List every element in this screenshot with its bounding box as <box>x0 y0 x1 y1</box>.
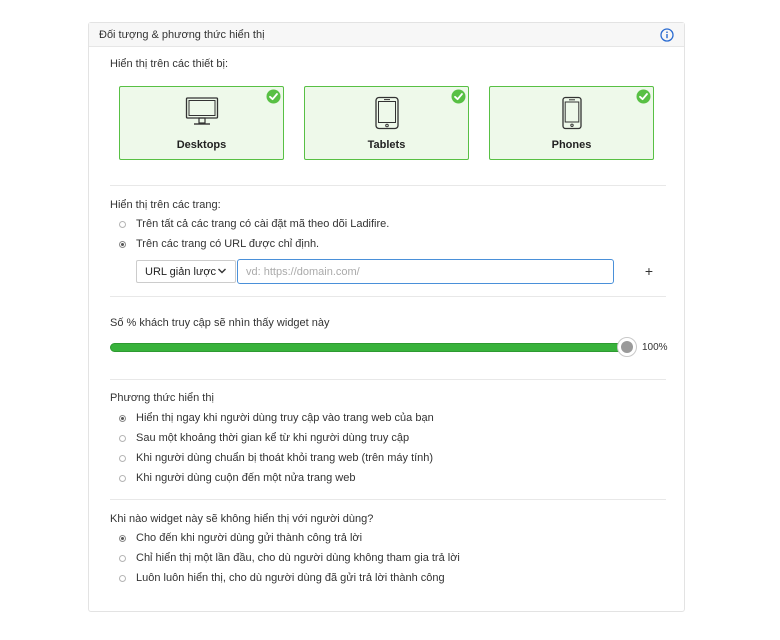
display-settings-panel: Đối tượng & phương thức hiển thị Hiển th… <box>88 22 685 612</box>
pages-option-all[interactable]: Trên tất cả các trang có cài đặt mã theo… <box>119 218 389 230</box>
hide-when-label: Khi nào widget này sẽ không hiển thị với… <box>110 513 374 525</box>
display-method-label: Phương thức hiển thị <box>110 392 214 404</box>
display-option[interactable]: Hiển thị ngay khi người dùng truy cập và… <box>119 412 434 424</box>
radio-button[interactable] <box>119 554 126 562</box>
radio-button[interactable] <box>119 454 126 462</box>
check-icon <box>451 89 466 107</box>
option-label: Luôn luôn hiển thị, cho dù người dùng đã… <box>136 572 445 584</box>
pages-option-url[interactable]: Trên các trang có URL được chỉ định. <box>119 238 319 250</box>
option-label: Trên tất cả các trang có cài đặt mã theo… <box>136 218 390 230</box>
url-input[interactable] <box>237 259 614 284</box>
device-card-phones[interactable]: Phones <box>489 86 654 160</box>
option-label: Sau một khoảng thời gian kể từ khi người… <box>136 432 410 444</box>
display-option[interactable]: Khi người dùng cuộn đến một nửa trang we… <box>119 472 355 484</box>
tablet-icon <box>374 96 400 133</box>
url-mode-select[interactable]: URL giản lược <box>136 260 236 283</box>
divider <box>110 185 666 186</box>
radio-button[interactable] <box>119 474 126 482</box>
display-option[interactable]: Sau một khoảng thời gian kể từ khi người… <box>119 432 409 444</box>
option-label: Khi người dùng chuẩn bị thoát khỏi trang… <box>136 452 434 464</box>
radio-button[interactable] <box>119 574 126 582</box>
radio-button[interactable] <box>119 434 126 442</box>
radio-button[interactable] <box>119 534 126 542</box>
audience-slider-thumb[interactable] <box>617 337 637 357</box>
audience-label: Số % khách truy cập sẽ nhìn thấy widget … <box>110 317 330 329</box>
option-label: Cho đến khi người dùng gửi thành công tr… <box>136 532 363 544</box>
url-mode-value: URL giản lược <box>145 265 217 278</box>
audience-slider-track[interactable] <box>110 343 628 352</box>
device-card-desktops[interactable]: Desktops <box>119 86 284 160</box>
hide-option[interactable]: Cho đến khi người dùng gửi thành công tr… <box>119 532 362 544</box>
device-card-tablets[interactable]: Tablets <box>304 86 469 160</box>
devices-label: Hiển thị trên các thiết bị: <box>110 58 229 70</box>
display-option[interactable]: Khi người dùng chuẩn bị thoát khỏi trang… <box>119 452 433 464</box>
device-label: Desktops <box>176 139 227 151</box>
check-icon <box>636 89 651 107</box>
desktop-icon <box>185 96 219 131</box>
panel-header: Đối tượng & phương thức hiển thị <box>89 23 684 47</box>
add-url-button[interactable]: + <box>642 261 656 281</box>
audience-value: 100% <box>642 342 668 353</box>
hide-option[interactable]: Luôn luôn hiển thị, cho dù người dùng đã… <box>119 572 445 584</box>
check-icon <box>266 89 281 107</box>
divider <box>110 379 666 380</box>
radio-button[interactable] <box>119 220 126 228</box>
radio-button[interactable] <box>119 414 126 422</box>
option-label: Hiển thị ngay khi người dùng truy cập và… <box>136 412 434 424</box>
device-label: Phones <box>551 139 592 151</box>
option-label: Khi người dùng cuộn đến một nửa trang we… <box>136 472 356 484</box>
hide-option[interactable]: Chỉ hiển thị một lần đầu, cho dù người d… <box>119 552 460 564</box>
divider <box>110 296 666 297</box>
option-label: Chỉ hiển thị một lần đầu, cho dù người d… <box>136 552 460 564</box>
info-icon[interactable] <box>660 27 674 42</box>
device-label: Tablets <box>367 139 406 151</box>
pages-label: Hiển thị trên các trang: <box>110 199 221 211</box>
divider <box>110 499 666 500</box>
chevron-down-icon <box>217 266 227 278</box>
option-label: Trên các trang có URL được chỉ định. <box>136 238 320 250</box>
panel-title: Đối tượng & phương thức hiển thị <box>99 28 265 41</box>
phone-icon <box>561 96 583 133</box>
radio-button[interactable] <box>119 240 126 248</box>
